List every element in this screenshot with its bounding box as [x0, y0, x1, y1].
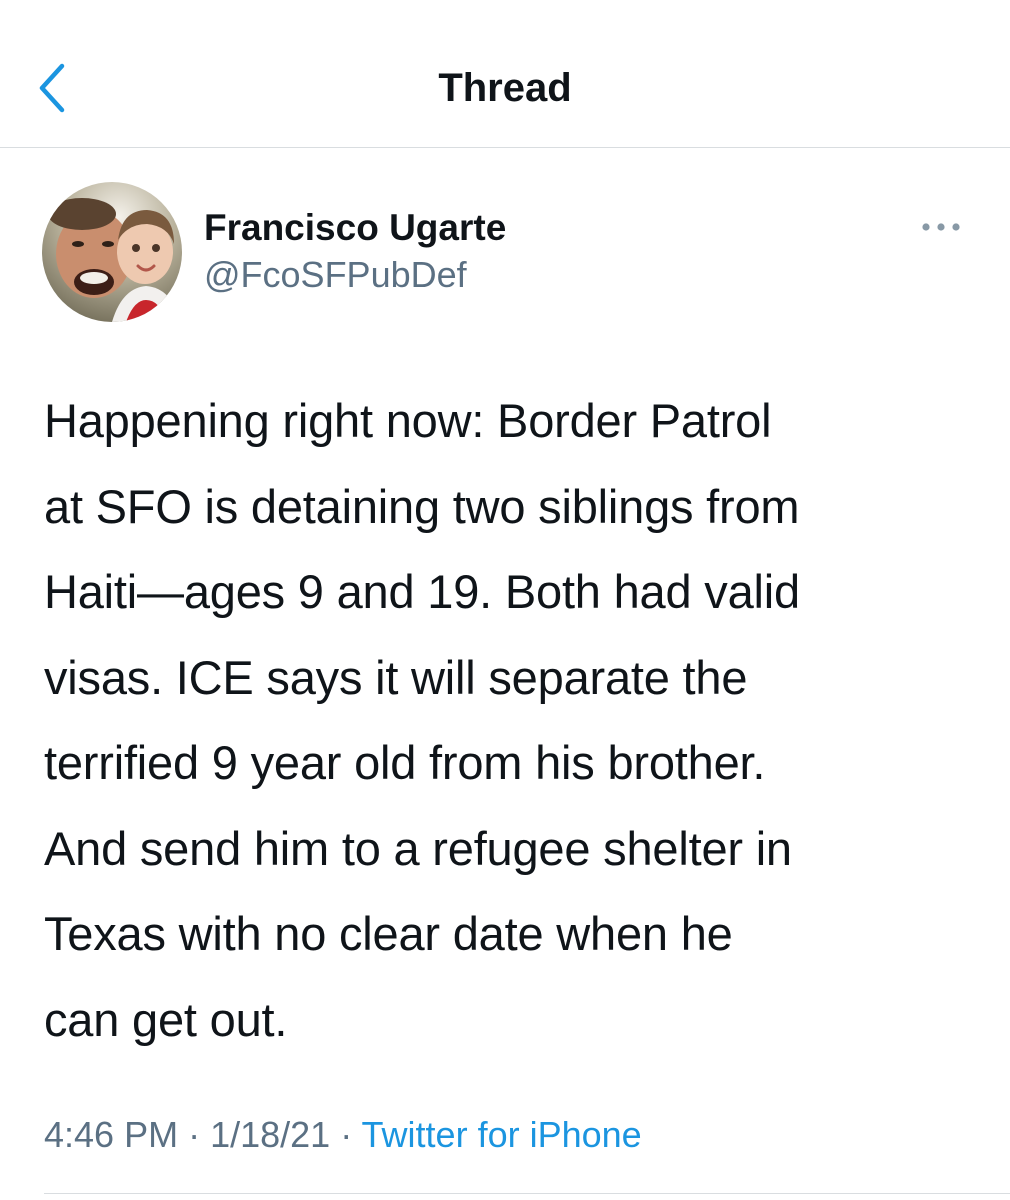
tweet-metadata: 4:46 PM · 1/18/21 · Twitter for iPhone — [44, 1110, 642, 1160]
avatar-photo — [42, 182, 182, 322]
tweet-date: 1/18/21 — [210, 1114, 331, 1155]
thread-header: Thread — [0, 0, 1010, 148]
meta-separator: · — [330, 1114, 362, 1155]
page-title: Thread — [438, 66, 572, 110]
author-handle[interactable]: @FcoSFPubDef — [204, 252, 467, 298]
author-name[interactable]: Francisco Ugarte — [204, 205, 506, 251]
divider — [44, 1193, 1010, 1194]
tweet-text: Happening right now: Border Patrol at SF… — [44, 394, 800, 1046]
tweet-source-link[interactable]: Twitter for iPhone — [362, 1114, 642, 1155]
more-options-button[interactable] — [916, 212, 966, 242]
ellipsis-icon — [922, 223, 960, 231]
tweet-time: 4:46 PM — [44, 1114, 179, 1155]
author-avatar[interactable] — [42, 182, 182, 322]
meta-separator: · — [178, 1114, 211, 1155]
